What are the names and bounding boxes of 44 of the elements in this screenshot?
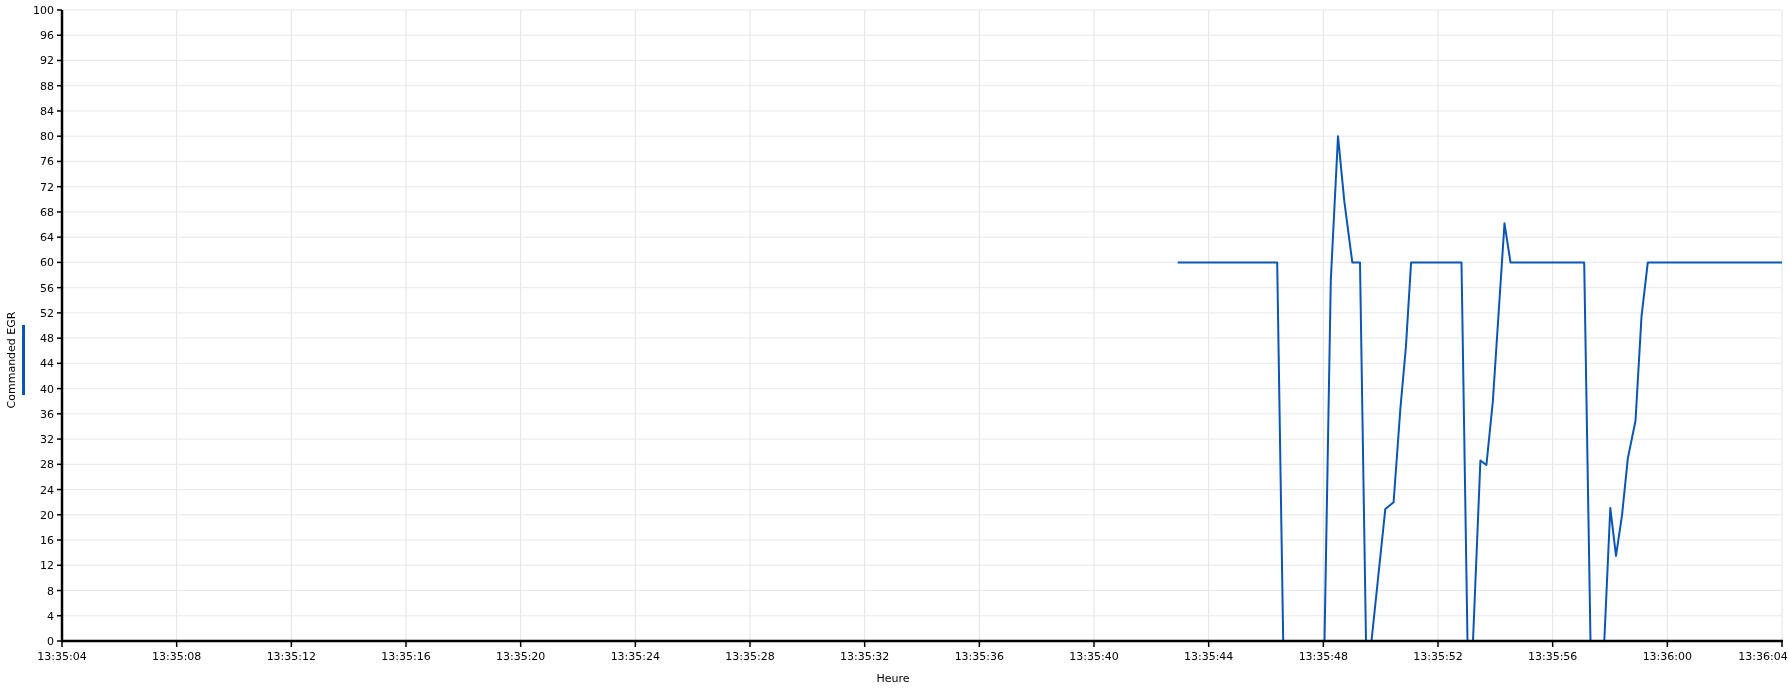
x-tick-label: 13:35:56 [1527,650,1578,663]
x-tick-label: 13:35:48 [1298,650,1349,663]
x-tick-label: 13:36:04 [1738,650,1788,663]
x-tick-label: 13:35:44 [1183,650,1234,663]
x-tick-label: 13:35:40 [1069,650,1119,663]
y-tick-label: 88 [40,79,54,93]
x-tick-label: 13:36:00 [1642,650,1693,663]
x-tick-label: 13:35:28 [725,650,775,663]
y-tick-label: 12 [40,559,54,573]
y-tick-label: 72 [40,180,54,194]
x-axis-title: Heure [876,672,910,685]
x-tick-label: 13:35:04 [37,650,87,663]
y-tick-label: 4 [47,609,54,623]
x-tick-label: 13:35:16 [381,650,431,663]
y-tick-label: 24 [40,483,54,497]
y-tick-label: 8 [47,584,54,598]
y-axis-title: Commanded EGR [5,311,18,409]
y-tick-label: 36 [40,407,54,421]
y-tick-label: 68 [40,205,54,219]
y-tick-label: 96 [40,29,54,43]
x-tick-label: 13:35:36 [954,650,1005,663]
y-tick-label: 84 [40,104,54,118]
x-tick-label: 13:35:32 [839,650,890,663]
x-tick-label: 13:35:20 [495,650,546,663]
x-tick-label: 13:35:52 [1413,650,1463,663]
y-tick-label: 64 [40,231,54,245]
y-tick-label: 100 [33,4,54,17]
x-tick-label: 13:35:12 [266,650,317,663]
y-tick-label: 60 [40,256,54,270]
y-tick-label: 20 [40,508,54,522]
y-tick-label: 32 [40,433,54,447]
y-tick-label: 80 [40,130,54,144]
x-tick-label: 13:35:24 [610,650,661,663]
y-tick-label: 48 [40,332,54,346]
y-tick-label: 76 [40,155,54,169]
x-tick-label: 13:35:08 [151,650,202,663]
y-tick-label: 92 [40,54,54,68]
y-tick-label: 44 [40,357,54,371]
y-tick-label: 28 [40,458,54,472]
y-tick-label: 40 [40,382,54,396]
y-tick-label: 16 [40,534,54,548]
y-tick-label: 0 [47,635,54,648]
y-tick-label: 56 [40,281,54,295]
y-tick-label: 52 [40,306,54,320]
